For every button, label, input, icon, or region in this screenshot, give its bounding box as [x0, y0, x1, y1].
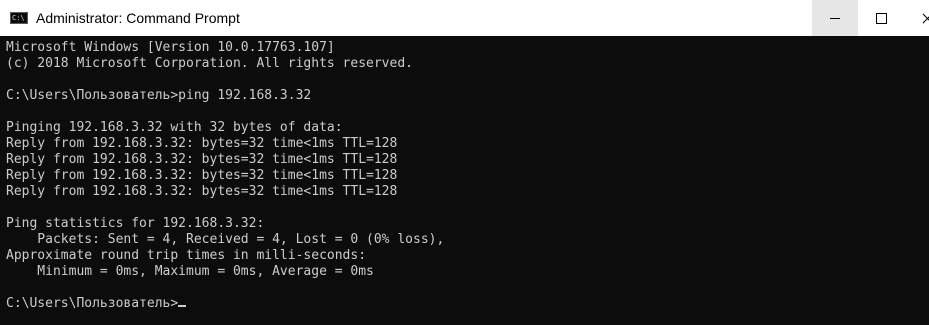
title-bar[interactable]: C:\ Administrator: Command Prompt: [0, 0, 929, 36]
window-title: Administrator: Command Prompt: [36, 10, 240, 26]
console-line: Approximate round trip times in milli-se…: [6, 248, 367, 263]
console-output[interactable]: Microsoft Windows [Version 10.0.17763.10…: [0, 36, 929, 325]
console-line: Reply from 192.168.3.32: bytes=32 time<1…: [6, 136, 398, 151]
console-line: Ping statistics for 192.168.3.32:: [6, 216, 265, 231]
maximize-icon: [875, 12, 887, 24]
command-prompt-window: C:\ Administrator: Command Prompt Micros…: [0, 0, 929, 325]
minimize-button[interactable]: [812, 0, 858, 36]
minimize-icon: [830, 17, 840, 19]
console-line: Reply from 192.168.3.32: bytes=32 time<1…: [6, 184, 398, 199]
console-line: Packets: Sent = 4, Received = 4, Lost = …: [6, 232, 445, 247]
console-line: Microsoft Windows [Version 10.0.17763.10…: [6, 40, 335, 55]
close-icon: [923, 13, 929, 23]
prompt: C:\Users\Пользователь>: [6, 296, 179, 311]
text-cursor: [178, 305, 187, 307]
console-line: Pinging 192.168.3.32 with 32 bytes of da…: [6, 120, 343, 135]
console-line: Reply from 192.168.3.32: bytes=32 time<1…: [6, 168, 398, 183]
console-line: Minimum = 0ms, Maximum = 0ms, Average = …: [6, 264, 374, 279]
console-line: C:\Users\Пользователь>ping 192.168.3.32: [6, 88, 312, 103]
cmd-icon: C:\: [10, 12, 28, 24]
console-line: (c) 2018 Microsoft Corporation. All righ…: [6, 56, 413, 71]
console-line: Reply from 192.168.3.32: bytes=32 time<1…: [6, 152, 398, 167]
command-line-input[interactable]: C:\Users\Пользователь>: [6, 296, 929, 312]
close-button[interactable]: [904, 0, 929, 36]
maximize-button[interactable]: [858, 0, 904, 36]
